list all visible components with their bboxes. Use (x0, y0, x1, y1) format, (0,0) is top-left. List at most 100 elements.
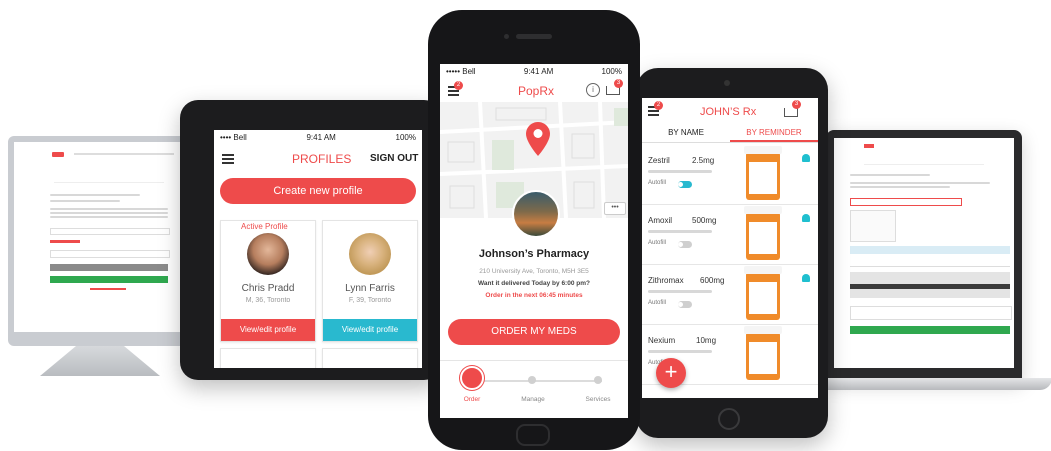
cart-badge: 3 (792, 100, 801, 109)
step-services-label[interactable]: Services (580, 396, 616, 403)
order-countdown: Order in the next 06:45 minutes (485, 292, 583, 299)
option-label (50, 240, 80, 243)
tablet-profiles: •••• Bell 9:41 AM 100% PROFILES SIGN OUT… (180, 100, 442, 380)
clock: 9:41 AM (306, 132, 336, 142)
profile-card[interactable]: Active Profile Chris Pradd M, 36, Toront… (220, 220, 316, 342)
progress-steps (864, 156, 984, 165)
cart-badge: 3 (614, 79, 623, 88)
autofill-label: Autofill (648, 240, 667, 246)
tab-by-reminder[interactable]: BY REMINDER (730, 124, 818, 142)
text-line (50, 194, 140, 196)
avatar (247, 233, 289, 275)
cart-icon[interactable] (784, 108, 798, 117)
add-med-fab[interactable]: + (656, 358, 686, 388)
info-banner (850, 246, 1010, 254)
home-button[interactable] (718, 408, 740, 430)
pharmacy-name: Johnson’s Pharmacy (478, 248, 590, 260)
back-link[interactable] (90, 288, 126, 290)
med-name: Nexium (648, 336, 676, 345)
menu-icon[interactable] (222, 154, 234, 164)
profile-card[interactable]: Lynn Farris F, 39, Toronto View/edit pro… (322, 220, 418, 342)
secondary-button[interactable] (50, 264, 168, 271)
text-line (648, 350, 712, 353)
active-profile-label: Active Profile (241, 222, 288, 231)
progress-steps (54, 170, 164, 183)
view-edit-profile-button[interactable]: View/edit profile (323, 319, 417, 341)
autofill-label: Autofill (648, 180, 667, 186)
tabs[interactable] (50, 228, 170, 235)
view-edit-profile-button[interactable]: View/edit profile (221, 319, 315, 341)
next-button[interactable] (50, 276, 168, 283)
bell-icon[interactable] (802, 274, 810, 282)
order-step-icon[interactable] (460, 366, 484, 390)
step-manage-label[interactable]: Manage (516, 396, 550, 403)
bell-icon[interactable] (802, 154, 810, 162)
pill-bottle-image (744, 206, 782, 260)
text-line (648, 290, 712, 293)
med-chips[interactable] (850, 198, 962, 206)
app-title: PopRx (518, 84, 555, 98)
pill-bottle-image (744, 266, 782, 320)
home-button[interactable] (516, 424, 550, 446)
menu-badge: 2 (454, 81, 463, 90)
tab-by-name[interactable]: BY NAME (642, 124, 730, 142)
location-pin-icon (526, 122, 550, 156)
med-row[interactable]: Zithromax 600mg Autofill (642, 266, 818, 325)
text-line (850, 186, 950, 188)
selected-time-slot[interactable] (850, 284, 1010, 289)
manage-step-dot[interactable] (528, 376, 536, 384)
next-button[interactable] (850, 326, 1010, 334)
page-title: PROFILES (292, 152, 352, 166)
desktop-monitor (8, 136, 186, 346)
front-camera (724, 80, 730, 86)
clock: 9:41 AM (523, 66, 554, 76)
battery: 100% (395, 132, 416, 142)
autofill-toggle-on[interactable] (678, 181, 692, 188)
services-step-dot[interactable] (594, 376, 602, 384)
step-order-label[interactable]: Order (460, 396, 484, 403)
status-bar: ••••• Bell 9:41 AM 100% (440, 64, 628, 78)
page-title: JOHN’S Rx (700, 106, 757, 118)
med-dose: 600mg (700, 276, 725, 285)
pharmacy-photo (512, 190, 560, 238)
med-row[interactable]: Amoxil 500mg Autofill (642, 206, 818, 265)
carrier: •••• Bell (220, 132, 247, 142)
pharmacy-address: 210 University Ave, Toronto, M5H 3E5 (479, 268, 589, 275)
monitor-stand (40, 346, 160, 376)
battery: 100% (601, 66, 622, 76)
delivery-instructions-field[interactable] (850, 306, 1012, 320)
laptop-screen (834, 138, 1014, 368)
autofill-toggle-off[interactable] (678, 241, 692, 248)
text-line (50, 212, 168, 214)
text-line (50, 200, 120, 202)
laptop (826, 130, 1022, 380)
menu-badge: 2 (654, 101, 663, 110)
bell-icon[interactable] (802, 214, 810, 222)
autofill-toggle-off[interactable] (678, 301, 692, 308)
form-input[interactable] (50, 250, 170, 258)
create-profile-button[interactable]: Create new profile (220, 178, 416, 204)
profile-card[interactable] (220, 348, 316, 368)
profiles-screen: •••• Bell 9:41 AM 100% PROFILES SIGN OUT… (214, 130, 422, 368)
profile-card[interactable] (322, 348, 418, 368)
info-icon[interactable]: i (586, 83, 600, 97)
pill-bottle-image (744, 146, 782, 200)
delivery-question: Want it delivered Today by 6:00 pm? (478, 280, 590, 287)
sign-out-button[interactable]: SIGN OUT (370, 153, 418, 164)
med-name: Amoxil (648, 216, 673, 225)
profile-details: M, 36, Toronto (245, 297, 291, 304)
text-line (850, 182, 990, 184)
divider (440, 360, 628, 361)
order-my-meds-button[interactable]: ORDER MY MEDS (448, 319, 620, 345)
more-options-button[interactable]: ••• (604, 202, 626, 215)
autofill-label: Autofill (648, 300, 667, 306)
med-row[interactable]: Zestril 2.5mg Autofill (642, 146, 818, 205)
phone-poprx: ••••• Bell 9:41 AM 100% 2 PopRx i 3 ••• … (428, 10, 640, 450)
tablet-rx: 2 JOHN’S Rx 3 BY NAME BY REMINDER Zestri… (636, 68, 828, 438)
med-dose: 2.5mg (692, 156, 715, 165)
text-line (50, 208, 168, 210)
address-box (850, 210, 896, 242)
poprx-screen: ••••• Bell 9:41 AM 100% 2 PopRx i 3 ••• … (440, 64, 628, 418)
med-dose: 500mg (692, 216, 717, 225)
time-tabs[interactable] (850, 260, 1010, 267)
